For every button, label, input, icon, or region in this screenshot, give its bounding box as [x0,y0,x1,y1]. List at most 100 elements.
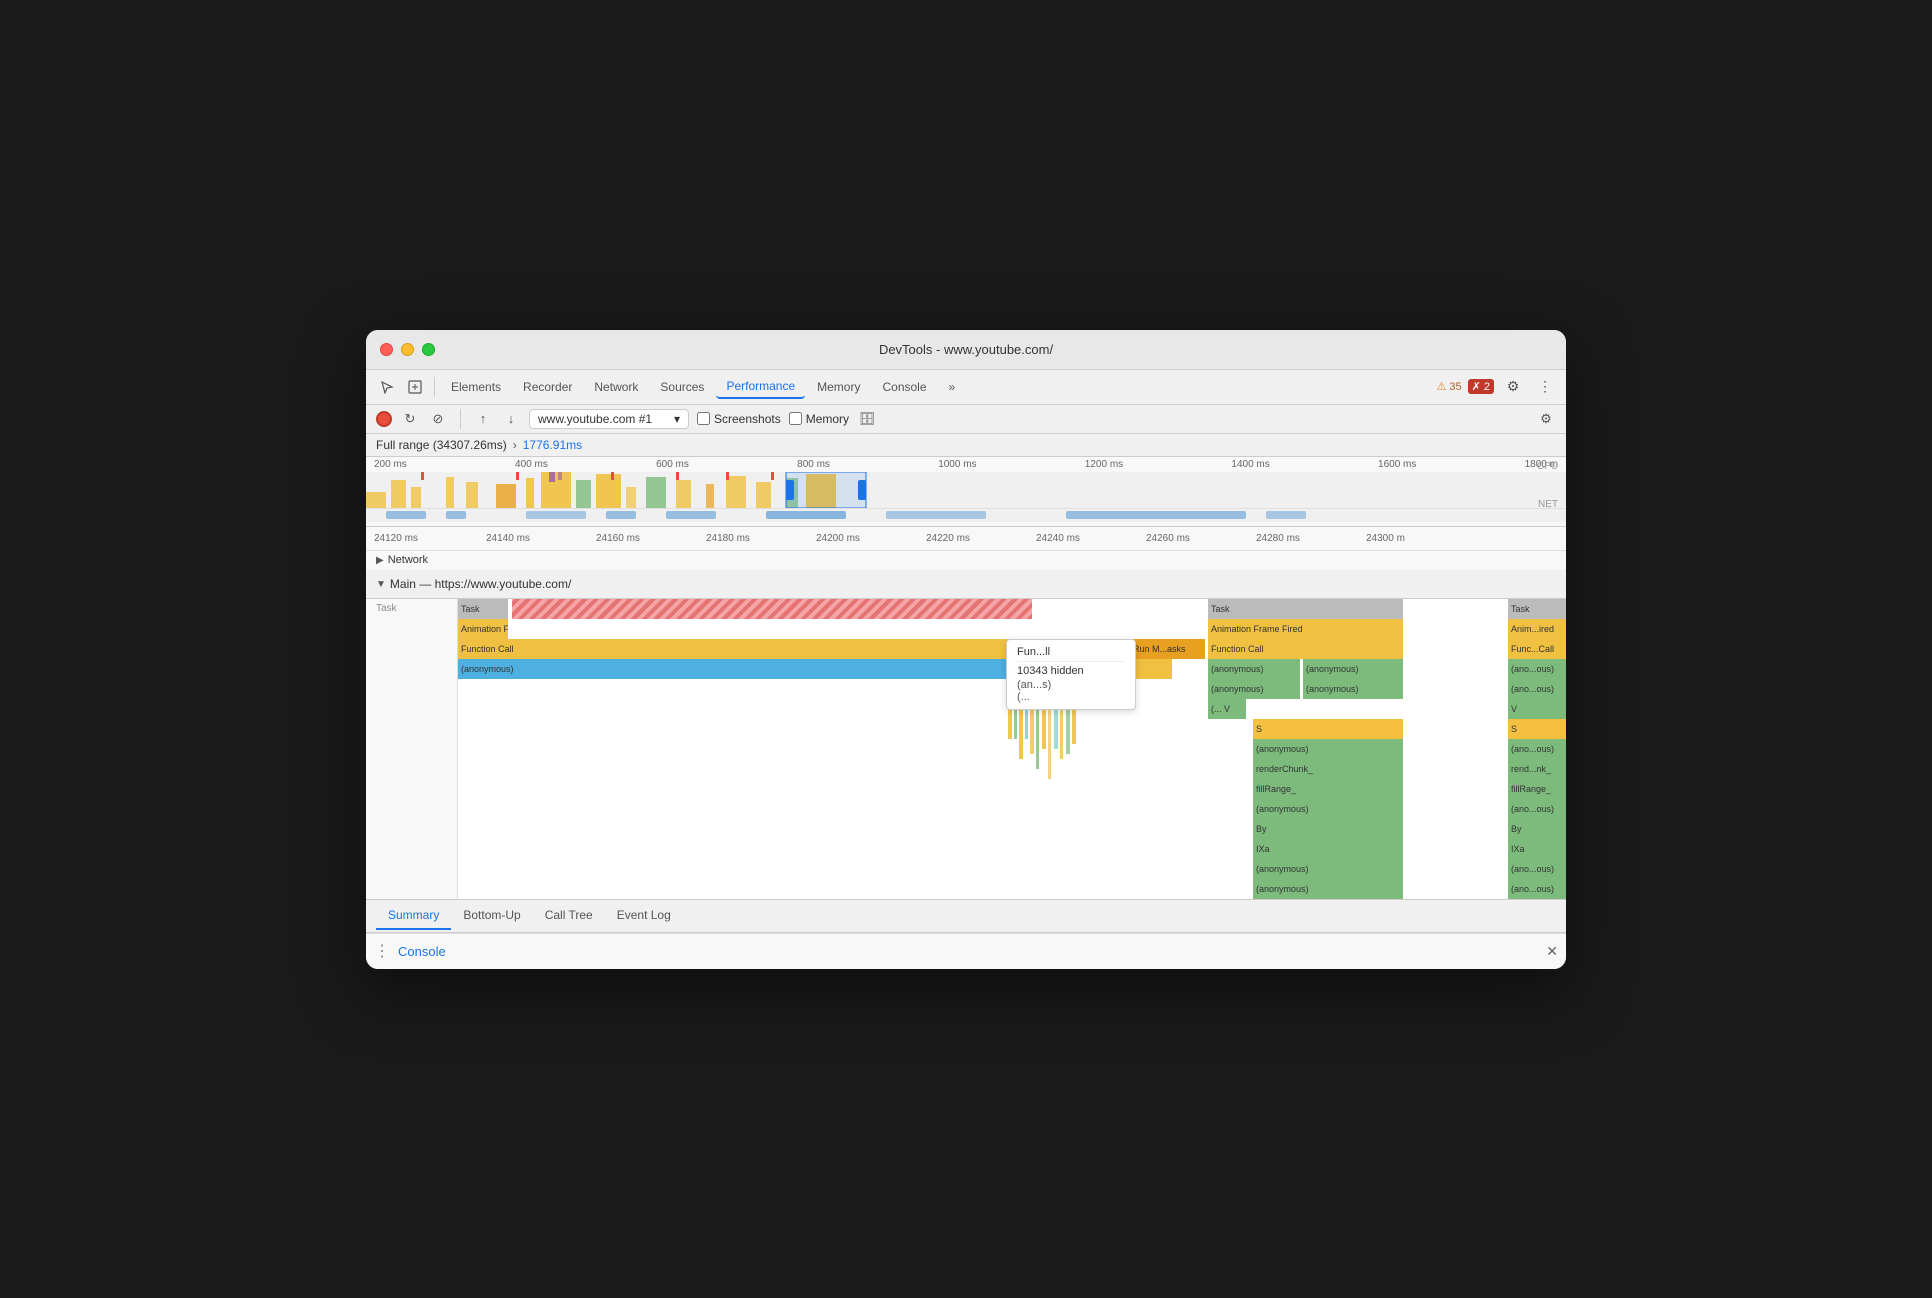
cursor-icon[interactable] [374,374,400,400]
bar-r8a[interactable]: (anonymous) [1253,739,1403,759]
close-button[interactable] [380,343,393,356]
bar-fill-2[interactable]: fillRange_ [1508,779,1566,799]
bar-fill-1[interactable]: fillRange_ [1253,779,1403,799]
row8[interactable]: (anonymous) (ano...ous) [366,739,1566,759]
tab-event-log[interactable]: Event Log [605,902,683,930]
bar-funll[interactable]: Fun...ll [1100,659,1172,679]
bar-runm[interactable]: Run M...asks [1130,639,1205,659]
tab-elements[interactable]: Elements [441,376,511,398]
console-more-icon[interactable]: ⋮ [374,941,390,961]
flame-content[interactable]: Task Task Task Task Animation Frame Fire… [366,599,1566,899]
bar-r5c[interactable]: (ano...ous) [1508,679,1566,699]
row10[interactable]: fillRange_ fillRange_ [366,779,1566,799]
tab-summary[interactable]: Summary [376,902,451,930]
bar-render-1[interactable]: renderChunk_ [1253,759,1403,779]
tab-recorder[interactable]: Recorder [513,376,582,398]
tab-sources[interactable]: Sources [650,376,714,398]
anonymous-selected-row[interactable]: (anonymous) Fun...ll (anonymous) (anonym… [366,659,1566,679]
row5[interactable]: (anonymous) (anonymous) (ano...ous) (ano… [366,679,1566,699]
more-icon[interactable]: ⋮ [1532,374,1558,400]
bar-r14b[interactable]: (ano...ous) [1508,859,1566,879]
bar-task-1c[interactable]: Task [1508,599,1566,619]
bar-r15b[interactable]: (ano...ous) [1508,879,1566,899]
download-icon[interactable]: ↓ [501,409,521,429]
settings-icon[interactable]: ⚙ [1500,374,1526,400]
bar-func-1[interactable]: Function Call [458,639,1128,659]
bar-task-1b[interactable]: Task [1208,599,1403,619]
bar-anon-selected[interactable]: (anonymous) [458,659,1098,679]
tab-memory[interactable]: Memory [807,376,870,398]
flamechart: ▼ Main — https://www.youtube.com/ Task T… [366,571,1566,899]
clear-icon[interactable]: ⊘ [428,409,448,429]
row11[interactable]: (anonymous) (ano...ous) [366,799,1566,819]
bar-r6a[interactable]: (... V [1208,699,1246,719]
bar-func-3[interactable]: Func...Call [1508,639,1566,659]
bar-by-2[interactable]: By [1508,819,1566,839]
url-selector[interactable]: www.youtube.com #1 ▾ [529,409,689,429]
bar-r5b[interactable]: (anonymous) [1303,679,1403,699]
bar-anim-2[interactable]: Animation Frame Fired [1208,619,1403,639]
bar-by-1[interactable]: By [1253,819,1403,839]
bar-s-1[interactable]: S [1253,719,1403,739]
screenshots-checkbox[interactable] [697,412,710,425]
bar-s-2[interactable]: S [1508,719,1566,739]
upload-icon[interactable]: ↑ [473,409,493,429]
row15[interactable]: (anonymous) (ano...ous) [366,879,1566,899]
memory-checkbox[interactable] [789,412,802,425]
row13[interactable]: IXa IXa [366,839,1566,859]
bar-task-redstripe[interactable] [512,599,1032,619]
row14[interactable]: (anonymous) (ano...ous) [366,859,1566,879]
function-call-row[interactable]: Function Call Run M...asks Function Call… [366,639,1566,659]
animation-frame-row[interactable]: Animation Frame Fired Animation Frame Fi… [366,619,1566,639]
minimize-button[interactable] [401,343,414,356]
bar-ixa-1[interactable]: IXa [1253,839,1403,859]
close-console-icon[interactable]: ✕ [1546,943,1558,960]
network-section-row[interactable]: ▶ Network [366,551,1566,571]
timeline-overview[interactable]: 200 ms 400 ms 600 ms 800 ms 1000 ms 1200… [366,457,1566,527]
bar-anon-2b[interactable]: (anonymous) [1303,659,1403,679]
row7[interactable]: S S [366,719,1566,739]
main-thread-label: Main — https://www.youtube.com/ [390,577,571,591]
tab-performance[interactable]: Performance [716,375,805,399]
warning-badge[interactable]: ⚠ 35 [1437,380,1462,393]
bar-ixa-2[interactable]: IXa [1508,839,1566,859]
screenshots-checkbox-row: Screenshots [697,412,781,426]
bar-func-2[interactable]: Function Call [1208,639,1403,659]
row6[interactable]: (... V V [366,699,1566,719]
record-button[interactable] [376,411,392,427]
bar-anon-2a[interactable]: (anonymous) [1208,659,1300,679]
row12[interactable]: By By [366,819,1566,839]
bar-anim-3[interactable]: Anim...ired [1508,619,1566,639]
bar-anon-3a[interactable]: (ano...ous) [1508,659,1566,679]
task-row-1[interactable]: Task Task Task Task [366,599,1566,619]
bar-r8b[interactable]: (ano...ous) [1508,739,1566,759]
bar-r11b[interactable]: (ano...ous) [1508,799,1566,819]
reload-icon[interactable]: ↻ [400,409,420,429]
bar-r15a[interactable]: (anonymous) [1253,879,1403,899]
maximize-button[interactable] [422,343,435,356]
error-badge[interactable]: ✗ 2 [1468,379,1494,394]
net-chart [366,508,1566,522]
selected-range-label[interactable]: 1776.91ms [523,438,582,452]
tab-network[interactable]: Network [584,376,648,398]
devtools-window: DevTools - www.youtube.com/ Elements Rec… [366,330,1566,969]
row9[interactable]: renderChunk_ rend...nk_ [366,759,1566,779]
bar-r14a[interactable]: (anonymous) [1253,859,1403,879]
tab-bottom-up[interactable]: Bottom-Up [451,902,532,930]
expand-network-icon[interactable]: ▶ [376,555,384,566]
bar-task-1a[interactable]: Task [458,599,508,619]
storage-icon[interactable]: 🗄 [857,409,877,429]
collapse-icon[interactable]: ▼ [376,579,386,590]
tab-more[interactable]: » [939,376,966,398]
console-label[interactable]: Console [398,944,446,959]
tab-call-tree[interactable]: Call Tree [533,902,605,930]
bar-anim-1[interactable]: Animation Frame Fired [458,619,508,639]
inspect-icon[interactable] [402,374,428,400]
bar-r11a[interactable]: (anonymous) [1253,799,1403,819]
bar-r5a[interactable]: (anonymous) [1208,679,1300,699]
settings-right-icon[interactable]: ⚙ [1536,409,1556,429]
tab-console[interactable]: Console [872,376,936,398]
bar-r6b[interactable]: V [1508,699,1566,719]
bar-render-2[interactable]: rend...nk_ [1508,759,1566,779]
time-ruler: 24120 ms 24140 ms 24160 ms 24180 ms 2420… [366,527,1566,551]
